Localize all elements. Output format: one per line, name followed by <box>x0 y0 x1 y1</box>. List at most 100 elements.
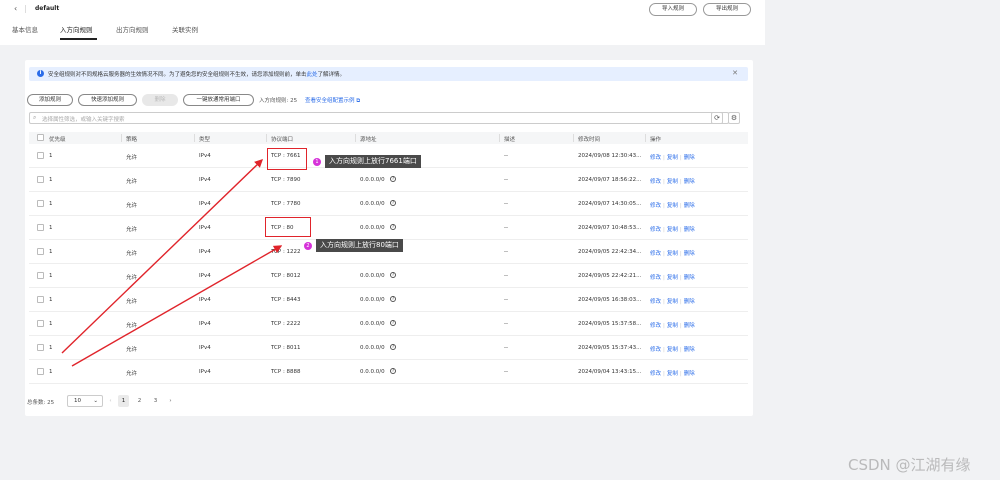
copy-link[interactable]: 复制 <box>667 371 678 377</box>
modify-link[interactable]: 修改 <box>650 179 661 185</box>
col-policy: 策略 <box>126 137 138 143</box>
help-icon[interactable]: ? <box>390 200 396 206</box>
action-divider: | <box>663 251 665 257</box>
modify-link[interactable]: 修改 <box>650 275 661 281</box>
export-rules-button[interactable]: 导出规则 <box>703 3 751 16</box>
modify-link[interactable]: 修改 <box>650 347 661 353</box>
help-icon[interactable]: ? <box>390 224 396 230</box>
copy-link[interactable]: 复制 <box>667 251 678 257</box>
tab-inbound-rules[interactable]: 入方向规则 <box>60 24 93 34</box>
add-rule-button[interactable]: 添加规则 <box>27 94 73 106</box>
cell-source: 0.0.0.0/0 <box>360 177 385 183</box>
row-checkbox[interactable] <box>37 200 44 207</box>
back-icon[interactable]: ‹ <box>14 4 17 13</box>
row-checkbox[interactable] <box>37 368 44 375</box>
search-input[interactable]: ⌕ 选择属性筛选，或输入关键字搜索 <box>29 112 729 124</box>
page-2[interactable]: 2 <box>134 395 145 407</box>
close-icon[interactable]: ✕ <box>732 69 738 77</box>
delete-link[interactable]: 删除 <box>684 347 695 353</box>
cell-priority: 1 <box>49 153 53 159</box>
action-divider: | <box>663 179 665 185</box>
page-3[interactable]: 3 <box>150 395 161 407</box>
next-page-icon[interactable]: › <box>165 395 176 407</box>
import-rules-button[interactable]: 导入规则 <box>649 3 697 16</box>
total-count: 总条数: 25 <box>27 400 55 406</box>
modify-link[interactable]: 修改 <box>650 251 661 257</box>
help-icon[interactable]: ? <box>390 296 396 302</box>
refresh-icon[interactable]: ⟳ <box>711 112 723 124</box>
row-checkbox[interactable] <box>37 296 44 303</box>
help-icon[interactable]: ? <box>390 176 396 182</box>
notice-link[interactable]: 此处 <box>307 72 318 78</box>
cell-source: 0.0.0.0/0 <box>360 345 385 351</box>
copy-link[interactable]: 复制 <box>667 299 678 305</box>
chevron-down-icon: ⌄ <box>93 398 98 404</box>
tab-basic-info[interactable]: 基本信息 <box>12 24 38 34</box>
row-checkbox[interactable] <box>37 152 44 159</box>
modify-link[interactable]: 修改 <box>650 155 661 161</box>
tab-outbound-rules[interactable]: 出方向规则 <box>116 24 149 34</box>
delete-link[interactable]: 删除 <box>684 251 695 257</box>
row-checkbox[interactable] <box>37 224 44 231</box>
delete-link[interactable]: 删除 <box>684 371 695 377</box>
cell-source: 0.0.0.0/0 <box>360 225 385 231</box>
page-size-select[interactable]: 10 ⌄ <box>67 395 103 407</box>
notice-banner: i 安全组规则对不同规格云服务器的生效情况不同。为了避免您的安全组规则不生效，请… <box>29 67 748 81</box>
delete-link[interactable]: 删除 <box>684 155 695 161</box>
page-1[interactable]: 1 <box>118 395 129 407</box>
delete-button[interactable]: 删除 <box>142 94 178 106</box>
tab-associated-instances[interactable]: 关联实例 <box>172 24 198 34</box>
copy-link[interactable]: 复制 <box>667 203 678 209</box>
col-priority: 优先级 <box>49 137 66 143</box>
cell-source: 0.0.0.0/0 <box>360 297 385 303</box>
delete-link[interactable]: 删除 <box>684 323 695 329</box>
copy-link[interactable]: 复制 <box>667 275 678 281</box>
row-checkbox[interactable] <box>37 176 44 183</box>
cell-source: 0.0.0.0/0 <box>360 321 385 327</box>
cell-policy: 允许 <box>126 371 138 377</box>
copy-link[interactable]: 复制 <box>667 323 678 329</box>
config-example-link[interactable]: 查看安全组配置示例 ⧉ <box>305 96 360 105</box>
modify-link[interactable]: 修改 <box>650 323 661 329</box>
row-checkbox[interactable] <box>37 344 44 351</box>
info-icon: i <box>37 70 44 77</box>
help-icon[interactable]: ? <box>390 272 396 278</box>
settings-gear-icon[interactable]: ⚙ <box>728 112 740 124</box>
cell-protocol-port: TCP : 8443 <box>271 297 301 303</box>
cell-modified-time: 2024/09/05 22:42:34... <box>578 249 642 255</box>
prev-page-icon[interactable]: ‹ <box>105 395 116 407</box>
action-divider: | <box>679 275 682 281</box>
help-icon[interactable]: ? <box>390 368 396 374</box>
cell-description: -- <box>504 321 508 327</box>
cell-description: -- <box>504 249 508 255</box>
quick-add-rule-button[interactable]: 快速添加规则 <box>78 94 137 106</box>
divider <box>25 5 26 13</box>
action-divider: | <box>679 155 682 161</box>
select-all-checkbox[interactable] <box>37 134 44 141</box>
copy-link[interactable]: 复制 <box>667 227 678 233</box>
action-divider: | <box>663 371 665 377</box>
delete-link[interactable]: 删除 <box>684 227 695 233</box>
modify-link[interactable]: 修改 <box>650 203 661 209</box>
cell-description: -- <box>504 177 508 183</box>
copy-link[interactable]: 复制 <box>667 155 678 161</box>
help-icon[interactable]: ? <box>390 344 396 350</box>
modify-link[interactable]: 修改 <box>650 299 661 305</box>
row-checkbox[interactable] <box>37 272 44 279</box>
row-checkbox[interactable] <box>37 320 44 327</box>
cell-protocol-port: TCP : 2222 <box>271 321 301 327</box>
cell-priority: 1 <box>49 297 53 303</box>
delete-link[interactable]: 删除 <box>684 275 695 281</box>
modify-link[interactable]: 修改 <box>650 371 661 377</box>
row-actions: 修改 | 复制 | 删除 <box>650 201 695 209</box>
row-checkbox[interactable] <box>37 248 44 255</box>
copy-link[interactable]: 复制 <box>667 347 678 353</box>
delete-link[interactable]: 删除 <box>684 203 695 209</box>
delete-link[interactable]: 删除 <box>684 299 695 305</box>
delete-link[interactable]: 删除 <box>684 179 695 185</box>
modify-link[interactable]: 修改 <box>650 227 661 233</box>
open-common-ports-button[interactable]: 一键放通常用端口 <box>183 94 254 106</box>
help-icon[interactable]: ? <box>390 320 396 326</box>
table-row: 1 允许 IPv4 TCP : 8443 0.0.0.0/0? -- 2024/09/05 … <box>29 288 748 312</box>
copy-link[interactable]: 复制 <box>667 179 678 185</box>
